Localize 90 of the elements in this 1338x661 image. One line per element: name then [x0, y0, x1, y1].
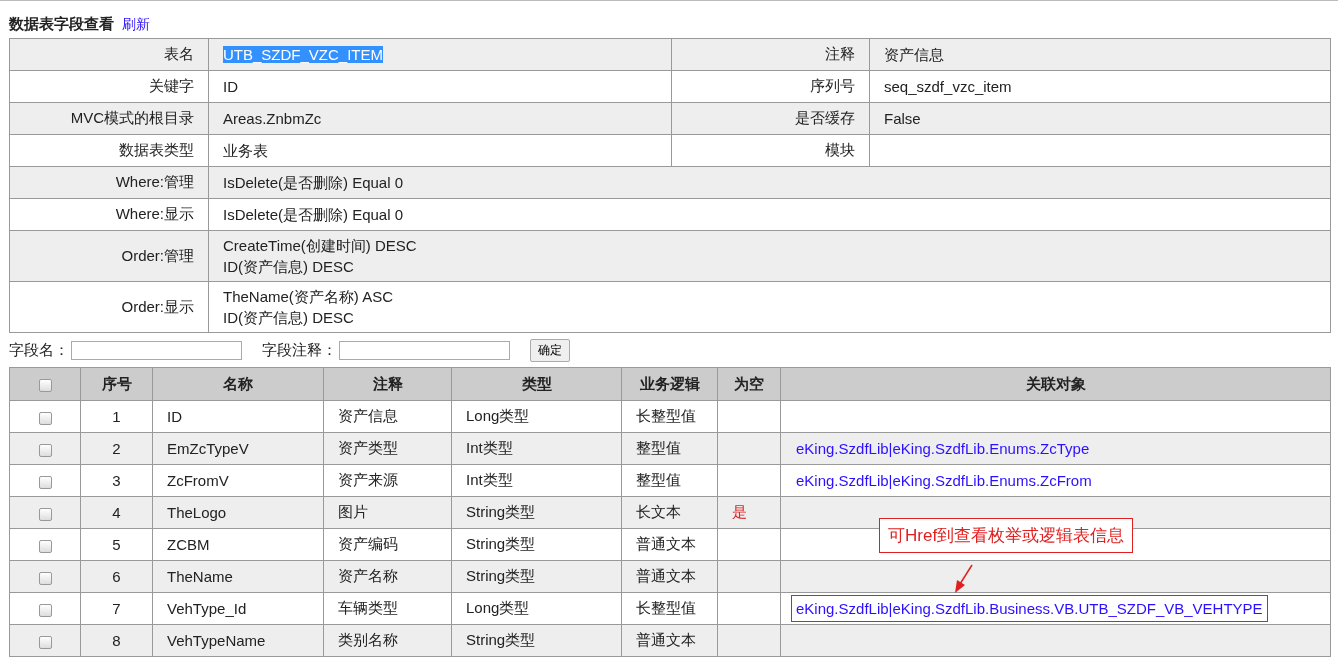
field-comment-label: 字段注释： — [262, 341, 337, 360]
table-cell: 图片 — [323, 496, 452, 529]
table-cell: 整型值 — [621, 464, 718, 497]
annotation-callout: 可Href到查看枚举或逻辑表信息 — [879, 518, 1134, 553]
row-checkbox[interactable] — [38, 507, 52, 521]
table-cell: 普通文本 — [621, 528, 718, 561]
table-cell: 普通文本 — [621, 560, 718, 593]
table-cell: 资产类型 — [323, 432, 452, 465]
table-cell: 资产编码 — [323, 528, 452, 561]
row-checkbox[interactable] — [38, 635, 52, 649]
table-cell: TheName — [152, 560, 324, 593]
row-checkbox[interactable] — [38, 475, 52, 489]
table-cell: ZCBM — [152, 528, 324, 561]
row-checkbox[interactable] — [38, 443, 52, 457]
field-name-label: 字段名： — [9, 341, 69, 360]
table-cell: 4 — [80, 496, 153, 529]
field-label: 序列号 — [671, 70, 870, 103]
table-cell: ZcFromV — [152, 464, 324, 497]
column-header: 为空 — [717, 367, 781, 401]
field-value: IsDelete(是否删除) Equal 0 — [208, 166, 1331, 199]
table-cell: 长整型值 — [621, 592, 718, 625]
column-header: 业务逻辑 — [621, 367, 718, 401]
page-title: 数据表字段查看 — [9, 15, 114, 34]
table-cell: 8 — [80, 624, 153, 657]
column-header: 类型 — [451, 367, 622, 401]
field-value: TheName(资产名称) ASC ID(资产信息) DESC — [208, 281, 1331, 333]
table-cell: VehTypeName — [152, 624, 324, 657]
field-value: False — [869, 102, 1331, 135]
annotation-arrow-icon — [953, 564, 975, 594]
field-value: 资产信息 — [869, 38, 1331, 71]
field-label: Order:管理 — [9, 230, 209, 282]
field-label: Order:显示 — [9, 281, 209, 333]
table-cell: VehType_Id — [152, 592, 324, 625]
column-header: 序号 — [80, 367, 153, 401]
row-checkbox[interactable] — [38, 539, 52, 553]
table-cell: 6 — [80, 560, 153, 593]
field-comment-input[interactable] — [339, 341, 510, 360]
table-cell: 7 — [80, 592, 153, 625]
field-value: 业务表 — [208, 134, 672, 167]
field-label: 关键字 — [9, 70, 209, 103]
table-cell: String类型 — [451, 560, 622, 593]
field-label: 表名 — [9, 38, 209, 71]
field-value: UTB_SZDF_VZC_ITEM — [208, 38, 672, 71]
field-value: CreateTime(创建时间) DESC ID(资产信息) DESC — [208, 230, 1331, 282]
table-cell: Int类型 — [451, 432, 622, 465]
table-cell: EmZcTypeV — [152, 432, 324, 465]
field-label: 是否缓存 — [671, 102, 870, 135]
table-cell: 资产名称 — [323, 560, 452, 593]
refresh-link[interactable]: 刷新 — [122, 16, 150, 34]
table-cell: 3 — [80, 464, 153, 497]
field-label: Where:显示 — [9, 198, 209, 231]
table-cell: 2 — [80, 432, 153, 465]
select-all-checkbox[interactable] — [38, 379, 52, 393]
field-label: 注释 — [671, 38, 870, 71]
field-value: seq_szdf_vzc_item — [869, 70, 1331, 103]
table-cell: Long类型 — [451, 592, 622, 625]
table-cell: 1 — [80, 400, 153, 433]
table-cell: 资产信息 — [323, 400, 452, 433]
table-cell: String类型 — [451, 528, 622, 561]
field-value: ID — [208, 70, 672, 103]
table-cell: 长文本 — [621, 496, 718, 529]
table-cell: Int类型 — [451, 464, 622, 497]
table-cell: String类型 — [451, 624, 622, 657]
field-value: IsDelete(是否删除) Equal 0 — [208, 198, 1331, 231]
column-header: 名称 — [152, 367, 324, 401]
column-header: 关联对象 — [780, 367, 1331, 401]
confirm-button[interactable]: 确定 — [530, 339, 570, 362]
table-cell: 是 — [717, 496, 781, 529]
table-cell: 整型值 — [621, 432, 718, 465]
row-checkbox[interactable] — [38, 571, 52, 585]
column-header: 注释 — [323, 367, 452, 401]
table-cell: Long类型 — [451, 400, 622, 433]
field-label: 模块 — [671, 134, 870, 167]
row-checkbox[interactable] — [38, 603, 52, 617]
field-label: MVC模式的根目录 — [9, 102, 209, 135]
table-cell: 类别名称 — [323, 624, 452, 657]
related-object-link[interactable]: eKing.SzdfLib|eKing.SzdfLib.Business.VB.UTB_SZDF_VB_VEHTYPE — [791, 595, 1268, 622]
table-cell: String类型 — [451, 496, 622, 529]
row-checkbox[interactable] — [38, 411, 52, 425]
field-name-input[interactable] — [71, 341, 242, 360]
table-cell: TheLogo — [152, 496, 324, 529]
field-label: Where:管理 — [9, 166, 209, 199]
field-label: 数据表类型 — [9, 134, 209, 167]
table-cell: 资产来源 — [323, 464, 452, 497]
table-cell: 长整型值 — [621, 400, 718, 433]
table-cell: ID — [152, 400, 324, 433]
field-value: Areas.ZnbmZc — [208, 102, 672, 135]
table-cell: 车辆类型 — [323, 592, 452, 625]
table-cell: 5 — [80, 528, 153, 561]
table-cell: 普通文本 — [621, 624, 718, 657]
